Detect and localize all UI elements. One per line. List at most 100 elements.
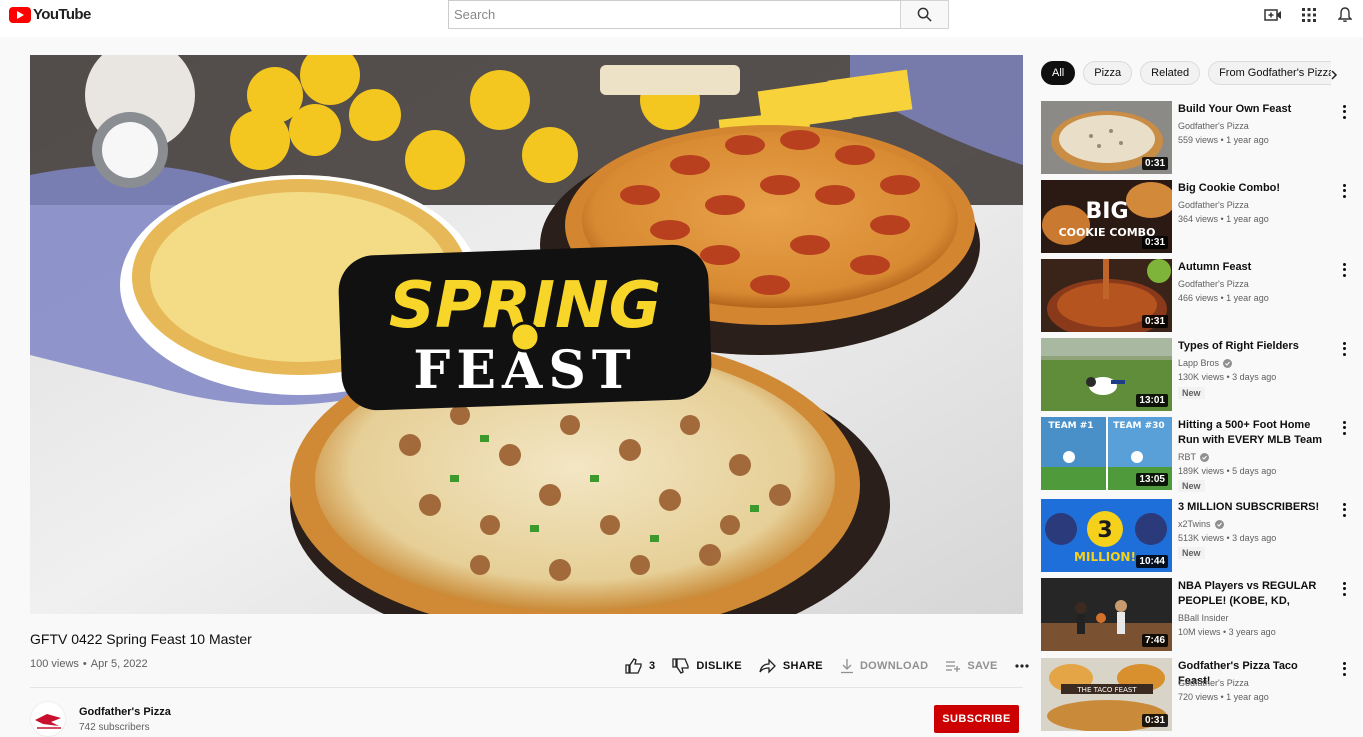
search-icon [917, 7, 932, 22]
video-duration: 0:31 [1141, 315, 1168, 328]
recommendation-channel[interactable]: Godfather's Pizza [1178, 279, 1249, 289]
notifications-button[interactable] [1327, 0, 1363, 29]
svg-text:3: 3 [1097, 518, 1112, 543]
recommendation-item[interactable]: 0:31 Autumn Feast Godfather's Pizza 466 … [1041, 259, 1357, 332]
recommendation-item[interactable]: BIG COOKIE COMBO 0:31 Big Cookie Combo! G… [1041, 180, 1357, 253]
dislike-button[interactable]: DISLIKE [672, 658, 742, 674]
channel-name-text: x2Twins [1178, 519, 1211, 529]
more-options-button[interactable] [1338, 183, 1350, 199]
more-options-button[interactable] [1338, 661, 1350, 677]
filter-chips: All Pizza Related From Godfather's Pizza [1041, 61, 1331, 85]
more-options-button[interactable] [1338, 581, 1350, 597]
dislike-label: DISLIKE [696, 660, 742, 672]
verified-badge-icon [1214, 519, 1224, 529]
thumbs-up-icon [625, 658, 642, 674]
recommendation-channel[interactable]: RBT [1178, 452, 1209, 462]
chips-next-button[interactable] [1325, 66, 1343, 84]
recommendation-item[interactable]: 0:31 Build Your Own Feast Godfather's Pi… [1041, 101, 1357, 174]
recommendation-item[interactable]: TEAM #1 TEAM #30 13:05 Hitting a 500+ Foo… [1041, 417, 1357, 492]
recommendation-item[interactable]: 3 MILLION! 10:44 3 MILLION SUBSCRIBERS! x… [1041, 499, 1357, 572]
subscribe-button[interactable]: SUBSCRIBE [934, 705, 1019, 733]
channel-name-text: Godfather's Pizza [1178, 279, 1249, 289]
view-count: 100 views [30, 658, 79, 670]
recommendation-title[interactable]: Hitting a 500+ Foot Home Run with EVERY … [1178, 418, 1328, 448]
recommendation-channel[interactable]: Godfather's Pizza [1178, 200, 1249, 210]
channel-name[interactable]: Godfather's Pizza [79, 706, 171, 718]
recommendation-stats: 189K views • 5 days ago [1178, 466, 1277, 476]
more-options-button[interactable] [1338, 104, 1350, 120]
recommendation-channel[interactable]: Godfather's Pizza [1178, 678, 1249, 688]
chip-all[interactable]: All [1041, 61, 1076, 85]
recommendation-stats: 364 views • 1 year ago [1178, 214, 1269, 224]
channel-name-text: RBT [1178, 452, 1196, 462]
like-button[interactable]: 3 [625, 658, 655, 674]
video-thumbnail[interactable]: THE TACO FEAST 0:31 [1041, 658, 1172, 731]
new-badge: New [1178, 547, 1205, 559]
chip-related[interactable]: Related [1140, 61, 1201, 85]
apps-button[interactable] [1291, 0, 1327, 29]
more-options-button[interactable] [1338, 420, 1350, 436]
channel-name-text: Godfather's Pizza [1178, 678, 1249, 688]
download-label: DOWNLOAD [859, 660, 929, 672]
chip-pizza[interactable]: Pizza [1083, 61, 1133, 85]
recommendation-title[interactable]: Big Cookie Combo! [1178, 181, 1328, 196]
verified-badge-icon [1200, 452, 1209, 462]
chip-from-channel[interactable]: From Godfather's Pizza [1208, 61, 1331, 85]
recommendation-title[interactable]: Types of Right Fielders [1178, 339, 1328, 354]
meta-separator: • [82, 658, 87, 670]
save-button[interactable]: SAVE [945, 659, 997, 673]
channel-avatar[interactable] [30, 701, 66, 737]
recommendation-stats: 720 views • 1 year ago [1178, 692, 1269, 702]
download-button[interactable]: DOWNLOAD [840, 658, 928, 674]
video-thumbnail[interactable]: BIG COOKIE COMBO 0:31 [1041, 180, 1172, 253]
video-thumbnail[interactable]: 7:46 [1041, 578, 1172, 651]
recommendation-title[interactable]: Autumn Feast [1178, 260, 1328, 275]
more-options-button[interactable] [1338, 502, 1350, 518]
video-thumbnail[interactable]: TEAM #1 TEAM #30 13:05 [1041, 417, 1172, 490]
search-button[interactable] [900, 0, 949, 29]
video-thumbnail[interactable]: 0:31 [1041, 259, 1172, 332]
search-bar [448, 0, 949, 29]
video-thumbnail[interactable]: 0:31 [1041, 101, 1172, 174]
thumbs-down-icon [672, 658, 690, 674]
youtube-logo[interactable]: YouTube [9, 6, 91, 23]
more-options-button[interactable] [1338, 341, 1350, 357]
share-icon [759, 658, 776, 674]
recommendation-channel[interactable]: Godfather's Pizza [1178, 121, 1249, 131]
upload-date: Apr 5, 2022 [90, 658, 148, 670]
video-camera-plus-icon [1264, 8, 1281, 21]
search-input[interactable] [448, 0, 900, 29]
recommendation-title[interactable]: NBA Players vs REGULAR PEOPLE! (KOBE, KD… [1178, 579, 1328, 609]
more-horizontal-icon [1015, 664, 1029, 668]
recommendation-item[interactable]: 13:01 Types of Right Fielders Lapp Bros … [1041, 338, 1357, 411]
svg-text:TEAM #1: TEAM #1 [1048, 421, 1093, 431]
video-duration: 0:31 [1141, 236, 1168, 249]
add-to-playlist-icon [946, 661, 961, 672]
share-button[interactable]: SHARE [759, 658, 823, 674]
recommendation-title[interactable]: 3 MILLION SUBSCRIBERS! [1178, 500, 1328, 515]
save-label: SAVE [967, 660, 998, 672]
recommendation-stats: 466 views • 1 year ago [1178, 293, 1269, 303]
recommendation-item[interactable]: THE TACO FEAST 0:31 Godfather's Pizza Ta… [1041, 658, 1357, 731]
video-duration: 0:31 [1141, 714, 1168, 727]
apps-grid-icon [1302, 7, 1316, 22]
video-duration: 0:31 [1141, 157, 1168, 170]
video-player[interactable]: SPRING FEAST [30, 55, 1023, 614]
recommendation-stats: 559 views • 1 year ago [1178, 135, 1269, 145]
recommendation-channel[interactable]: x2Twins [1178, 519, 1224, 529]
video-duration: 13:05 [1136, 473, 1168, 486]
recommendation-item[interactable]: 7:46 NBA Players vs REGULAR PEOPLE! (KOB… [1041, 578, 1357, 651]
create-video-button[interactable] [1255, 0, 1291, 29]
recommendation-channel[interactable]: Lapp Bros [1178, 358, 1233, 368]
recommendation-stats: 513K views • 3 days ago [1178, 533, 1277, 543]
more-options-button[interactable] [1338, 262, 1350, 278]
recommendation-title[interactable]: Build Your Own Feast [1178, 102, 1328, 117]
recommendation-stats: 10M views • 3 years ago [1178, 627, 1276, 637]
new-badge: New [1178, 387, 1205, 399]
video-thumbnail[interactable]: 13:01 [1041, 338, 1172, 411]
recommendation-channel[interactable]: BBall Insider [1178, 613, 1229, 623]
logo-text: YouTube [33, 6, 91, 23]
youtube-play-icon [9, 6, 31, 23]
more-actions-button[interactable] [1015, 664, 1029, 668]
video-thumbnail[interactable]: 3 MILLION! 10:44 [1041, 499, 1172, 572]
